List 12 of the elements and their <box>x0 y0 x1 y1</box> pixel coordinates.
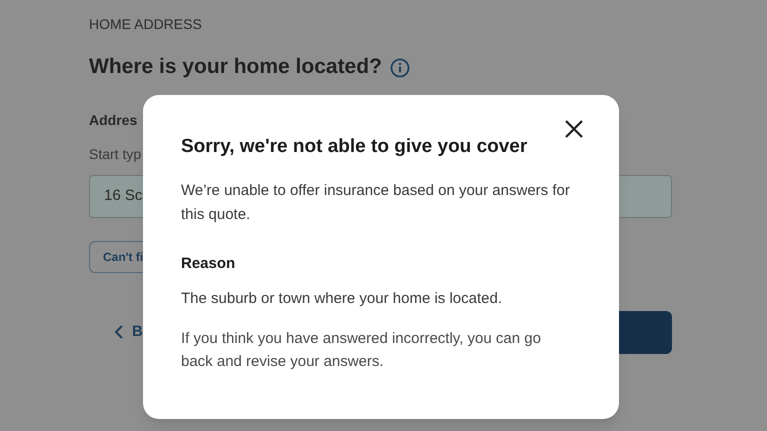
page-title: Where is your home located? <box>89 54 382 80</box>
close-icon[interactable] <box>565 120 583 138</box>
section-label: HOME ADDRESS <box>89 15 202 34</box>
dialog-title: Sorry, we're not able to give you cover <box>181 135 528 159</box>
field-hint: Start typ <box>89 144 142 164</box>
field-label: Addres <box>89 110 138 130</box>
dialog-message: We’re unable to offer insurance based on your answers for this quote. <box>181 180 571 224</box>
advice-text: If you think you have answered incorrectly, you can go back and revise your answers. <box>181 328 542 372</box>
info-icon[interactable] <box>390 58 410 78</box>
reason-text: The suburb or town where your home is located. <box>181 289 503 309</box>
chevron-left-icon <box>114 325 124 339</box>
back-link[interactable]: B <box>132 320 143 344</box>
